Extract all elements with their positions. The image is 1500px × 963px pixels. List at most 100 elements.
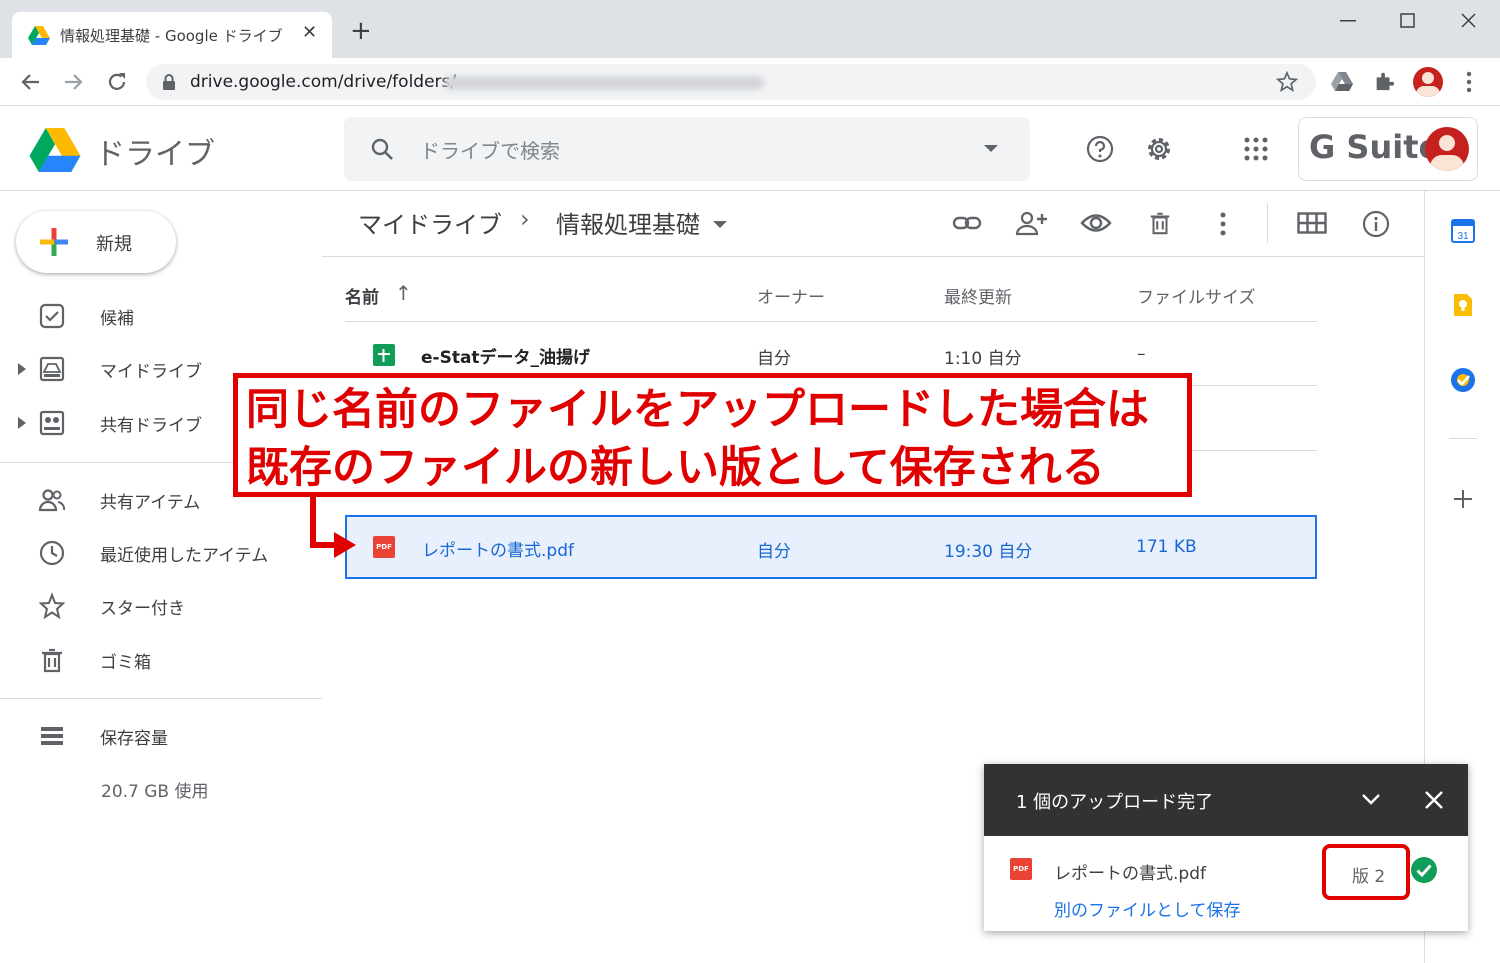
trash-icon: [42, 648, 62, 673]
folder-dropdown-icon[interactable]: [713, 221, 727, 229]
svg-text:31: 31: [1457, 231, 1469, 242]
profile-avatar[interactable]: [1413, 67, 1443, 97]
upload-toast: 1 個のアップロード完了 PDF レポートの書式.pdf 別のファイルとして保存…: [984, 764, 1468, 931]
search-icon[interactable]: [370, 137, 394, 161]
tab-title: 情報処理基礎 - Google ドライブ: [60, 27, 283, 45]
minimize-icon[interactable]: [1340, 20, 1356, 22]
bookmark-star-icon[interactable]: [1276, 71, 1298, 93]
search-bar[interactable]: ドライブで検索: [344, 117, 1030, 181]
maximize-icon[interactable]: [1400, 13, 1415, 28]
star-icon: [38, 592, 66, 620]
sidebar-item-storage[interactable]: 保存容量: [0, 716, 322, 756]
breadcrumb-separator-icon: ›: [520, 205, 530, 233]
extensions-puzzle-icon[interactable]: [1373, 70, 1395, 92]
sidebar-item-label: 共有アイテム: [100, 493, 201, 513]
clock-icon: [39, 540, 65, 566]
annotation-line-1: 同じ名前のファイルをアップロードした場合は: [246, 385, 1149, 435]
tasks-icon[interactable]: [1450, 367, 1476, 393]
side-panel-divider: [1449, 438, 1477, 439]
keep-icon[interactable]: [1452, 292, 1474, 318]
gsuite-logo-text: G Suite: [1309, 128, 1441, 166]
my-drive-icon: [39, 356, 65, 382]
back-arrow-icon[interactable]: [20, 71, 42, 93]
preview-eye-icon[interactable]: [1080, 210, 1112, 236]
drive-extension-icon[interactable]: [1331, 72, 1353, 91]
file-size: 171 KB: [1136, 537, 1197, 557]
toolbar-divider: [1267, 203, 1268, 243]
drive-logo-icon[interactable]: [29, 128, 81, 172]
people-icon: [38, 489, 66, 512]
expand-arrow-icon[interactable]: [18, 363, 26, 375]
grid-view-icon[interactable]: [1297, 212, 1327, 234]
save-as-separate-file-link[interactable]: 別のファイルとして保存: [1054, 896, 1241, 921]
reload-icon[interactable]: [105, 70, 129, 94]
new-button-label: 新規: [96, 234, 132, 255]
sidebar-item-label: スター付き: [100, 599, 185, 619]
url-text: drive.google.com/drive/folders/: [190, 72, 457, 92]
breadcrumb-root[interactable]: マイドライブ: [358, 205, 502, 240]
settings-gear-icon[interactable]: [1145, 135, 1173, 163]
sidebar-item-label: 保存容量: [100, 729, 168, 749]
share-add-person-icon[interactable]: [1015, 209, 1047, 237]
search-options-dropdown-icon[interactable]: [984, 145, 998, 153]
annotation-line-2: 既存のファイルの新しい版として保存される: [246, 443, 1105, 493]
apps-grid-icon[interactable]: [1244, 137, 1268, 161]
drive-header: ドライブ ドライブで検索 G Suite: [0, 107, 1500, 191]
calendar-icon[interactable]: 31: [1451, 217, 1475, 243]
browser-menu-icon[interactable]: [1466, 71, 1472, 93]
browser-tab[interactable]: 情報処理基礎 - Google ドライブ ✕: [12, 12, 332, 58]
tab-close-icon[interactable]: ✕: [302, 22, 317, 43]
sidebar-item-starred[interactable]: スター付き: [0, 586, 322, 626]
sidebar-item-label: 共有ドライブ: [100, 416, 202, 436]
storage-icon: [41, 727, 63, 745]
more-actions-icon[interactable]: [1220, 212, 1226, 236]
delete-trash-icon[interactable]: [1147, 209, 1173, 237]
upload-complete-check-icon: [1411, 857, 1437, 883]
pdf-file-icon: PDF: [1010, 858, 1032, 880]
add-addon-icon[interactable]: [1453, 489, 1473, 509]
collapse-chevron-icon[interactable]: [1362, 794, 1380, 806]
breadcrumb-current[interactable]: 情報処理基礎: [556, 205, 700, 240]
column-header-size[interactable]: ファイルサイズ: [1137, 283, 1256, 308]
search-input[interactable]: ドライブで検索: [420, 135, 560, 164]
sort-ascending-icon[interactable]: ↑: [395, 281, 412, 305]
info-icon[interactable]: [1362, 210, 1390, 238]
column-header-modified[interactable]: 最終更新: [944, 283, 1012, 308]
gsuite-account-button[interactable]: G Suite: [1298, 117, 1478, 181]
file-owner: 自分: [757, 349, 791, 369]
upload-toast-title: 1 個のアップロード完了: [1016, 792, 1214, 813]
browser-tab-bar: 情報処理基礎 - Google ドライブ ✕ +: [0, 0, 1500, 58]
column-header-name[interactable]: 名前: [345, 283, 379, 308]
column-header-owner[interactable]: オーナー: [757, 283, 825, 308]
sidebar-item-suggestions[interactable]: 候補: [0, 296, 322, 336]
table-row-selected[interactable]: PDF レポートの書式.pdf 自分 19:30 自分 171 KB: [345, 515, 1317, 579]
uploaded-file-name[interactable]: レポートの書式.pdf: [1054, 859, 1206, 884]
file-name: レポートの書式.pdf: [422, 541, 574, 561]
forward-arrow-icon[interactable]: [62, 71, 84, 93]
new-tab-button[interactable]: +: [350, 18, 372, 44]
version-label: 版 2: [1352, 867, 1386, 887]
sidebar-item-label: マイドライブ: [100, 362, 202, 382]
toast-close-icon[interactable]: [1425, 791, 1443, 809]
link-icon[interactable]: [952, 210, 982, 236]
help-icon[interactable]: [1086, 135, 1114, 163]
annotation-arrow-icon: [310, 496, 356, 558]
sidebar-item-label: 候補: [100, 309, 134, 329]
sidebar-item-trash[interactable]: ゴミ箱: [0, 640, 322, 680]
url-blurred-segment: [444, 76, 764, 90]
pdf-file-icon: PDF: [373, 536, 395, 558]
address-bar[interactable]: drive.google.com/drive/folders/: [146, 64, 1316, 100]
file-owner: 自分: [757, 542, 791, 562]
file-modified: 19:30 自分: [944, 542, 1033, 562]
file-name: e-Statデータ_油揚げ: [421, 348, 591, 368]
expand-arrow-icon[interactable]: [18, 417, 26, 429]
account-avatar[interactable]: [1425, 127, 1469, 171]
new-button[interactable]: 新規: [16, 211, 176, 273]
file-size: –: [1137, 344, 1146, 364]
drive-favicon-icon: [28, 26, 50, 45]
window-close-icon[interactable]: [1461, 13, 1476, 28]
annotation-callout: 同じ名前のファイルをアップロードした場合は 既存のファイルの新しい版として保存さ…: [233, 373, 1192, 497]
browser-toolbar: drive.google.com/drive/folders/: [0, 58, 1500, 106]
new-plus-icon: [40, 228, 68, 256]
sidebar-item-recent[interactable]: 最近使用したアイテム: [0, 533, 322, 573]
